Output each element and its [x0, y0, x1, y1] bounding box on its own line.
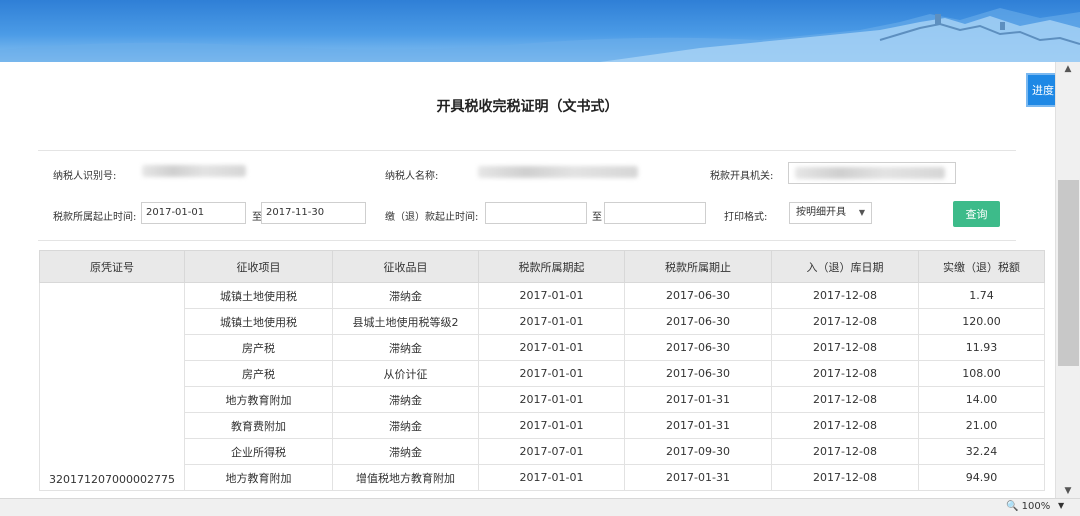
tax-period-start-input[interactable]: 2017-01-01 [141, 202, 246, 224]
entry-date-cell: 2017-12-08 [771, 464, 919, 491]
zoom-level[interactable]: 🔍 100% [1006, 501, 1050, 512]
subitem-cell: 县城土地使用税等级2 [332, 308, 479, 335]
period-end-cell: 2017-06-30 [624, 334, 772, 361]
item-cell: 教育费附加 [184, 412, 333, 439]
table-row: 城镇土地使用税 县城土地使用税等级2 2017-01-01 2017-06-30 201… [40, 308, 1045, 335]
period-start-cell: 2017-01-01 [478, 282, 625, 309]
subitem-cell: 滞纳金 [332, 438, 479, 465]
item-cell: 企业所得税 [184, 438, 333, 465]
amount-cell: 120.00 [918, 308, 1045, 335]
taxpayer-name-label: 纳税人名称: [385, 171, 439, 182]
period-start-cell: 2017-07-01 [478, 438, 625, 465]
payment-period-start-input[interactable] [485, 202, 587, 224]
tax-period-end-input[interactable]: 2017-11-30 [261, 202, 366, 224]
col-period-end: 税款所属期止 [624, 250, 772, 283]
entry-date-cell: 2017-12-08 [771, 360, 919, 387]
zoom-value: 100% [1021, 501, 1051, 512]
print-format-select[interactable]: 按明细开具 ▼ [789, 202, 872, 224]
taxpayer-id-label: 纳税人识别号: [53, 171, 117, 182]
chevron-down-icon: ▼ [858, 208, 865, 217]
item-cell: 地方教育附加 [184, 386, 333, 413]
period-start-cell: 2017-01-01 [478, 386, 625, 413]
entry-date-cell: 2017-12-08 [771, 412, 919, 439]
table-header: 原凭证号 征收项目 征收品目 税款所属期起 税款所属期止 入（退）库日期 实缴（… [39, 250, 1045, 283]
subitem-cell: 滞纳金 [332, 282, 479, 309]
col-period-start: 税款所属期起 [478, 250, 625, 283]
period-start-cell: 2017-01-01 [478, 464, 625, 491]
period-end-cell: 2017-06-30 [624, 282, 772, 309]
print-format-label: 打印格式: [724, 212, 768, 223]
period-end-cell: 2017-01-31 [624, 464, 772, 491]
period-end-cell: 2017-09-30 [624, 438, 772, 465]
vertical-scrollbar[interactable]: ▲ ▼ [1055, 62, 1080, 498]
header-banner [0, 0, 1080, 62]
zoom-dropdown-icon[interactable]: ▼ [1058, 501, 1064, 510]
subitem-cell: 从价计征 [332, 360, 479, 387]
scroll-thumb[interactable] [1058, 180, 1079, 366]
period-end-cell: 2017-01-31 [624, 412, 772, 439]
entry-date-cell: 2017-12-08 [771, 438, 919, 465]
taxpayer-id-redacted [142, 165, 246, 177]
entry-date-cell: 2017-12-08 [771, 308, 919, 335]
item-cell: 城镇土地使用税 [184, 308, 333, 335]
col-voucher: 原凭证号 [39, 250, 185, 283]
table-row: 地方教育附加 增值税地方教育附加 2017-01-01 2017-01-31 2017-… [40, 464, 1045, 491]
amount-cell: 1.74 [918, 282, 1045, 309]
period-end-cell: 2017-06-30 [624, 308, 772, 335]
amount-cell: 21.00 [918, 412, 1045, 439]
print-format-value: 按明细开具 [796, 207, 846, 218]
amount-cell: 11.93 [918, 334, 1045, 361]
subitem-cell: 滞纳金 [332, 386, 479, 413]
query-button[interactable]: 查询 [953, 201, 1000, 227]
item-cell: 房产税 [184, 334, 333, 361]
subitem-cell: 滞纳金 [332, 412, 479, 439]
entry-date-cell: 2017-12-08 [771, 334, 919, 361]
status-bar: 🔍 100% ▼ [0, 498, 1080, 516]
divider-2 [38, 240, 1016, 241]
amount-cell: 14.00 [918, 386, 1045, 413]
table-row: 320171207000002775 城镇土地使用税 滞纳金 2017-01-01 20… [39, 282, 1045, 491]
table-row: 房产税 滞纳金 2017-01-01 2017-06-30 2017-12-08 11.9… [40, 334, 1045, 361]
table-row: 地方教育附加 滞纳金 2017-01-01 2017-01-31 2017-12-08 1… [40, 386, 1045, 413]
taxpayer-name-redacted [478, 166, 638, 178]
entry-date-cell: 2017-12-08 [771, 386, 919, 413]
entry-date-cell: 2017-12-08 [771, 282, 919, 309]
tax-table: 原凭证号 征收项目 征收品目 税款所属期起 税款所属期止 入（退）库日期 实缴（… [39, 250, 1045, 491]
payment-period-label: 缴（退）款起止时间: [385, 212, 479, 223]
payment-period-end-input[interactable] [604, 202, 706, 224]
amount-cell: 94.90 [918, 464, 1045, 491]
subitem-cell: 滞纳金 [332, 334, 479, 361]
period-start-cell: 2017-01-01 [478, 308, 625, 335]
tax-authority-redacted [795, 167, 945, 179]
col-subitem: 征收品目 [332, 250, 479, 283]
table-row: 教育费附加 滞纳金 2017-01-01 2017-01-31 2017-12-08 21… [40, 412, 1045, 439]
amount-cell: 108.00 [918, 360, 1045, 387]
mountain-illustration [0, 8, 1080, 62]
table-row: 企业所得税 滞纳金 2017-07-01 2017-09-30 2017-12-08 32… [40, 438, 1045, 465]
scroll-down-icon[interactable]: ▼ [1056, 486, 1080, 496]
col-item: 征收项目 [184, 250, 333, 283]
voucher-cell: 320171207000002775 [39, 282, 185, 491]
divider [38, 150, 1016, 151]
item-cell: 地方教育附加 [184, 464, 333, 491]
col-entry-date: 入（退）库日期 [771, 250, 919, 283]
period-start-cell: 2017-01-01 [478, 334, 625, 361]
tax-authority-field[interactable] [788, 162, 956, 184]
to-label-2: 至 [592, 212, 602, 223]
tax-authority-label: 税款开具机关: [710, 171, 774, 182]
col-amount: 实缴（退）税额 [918, 250, 1045, 283]
amount-cell: 32.24 [918, 438, 1045, 465]
period-end-cell: 2017-06-30 [624, 360, 772, 387]
scroll-up-icon[interactable]: ▲ [1056, 64, 1080, 74]
item-cell: 房产税 [184, 360, 333, 387]
subitem-cell: 增值税地方教育附加 [332, 464, 479, 491]
period-start-cell: 2017-01-01 [478, 360, 625, 387]
period-start-cell: 2017-01-01 [478, 412, 625, 439]
period-end-cell: 2017-01-31 [624, 386, 772, 413]
page-title: 开具税收完税证明（文书式） [436, 99, 619, 115]
tax-period-label: 税款所属起止时间: [53, 212, 137, 223]
table-row: 房产税 从价计征 2017-01-01 2017-06-30 2017-12-08 108… [40, 360, 1045, 387]
item-cell: 城镇土地使用税 [184, 282, 333, 309]
